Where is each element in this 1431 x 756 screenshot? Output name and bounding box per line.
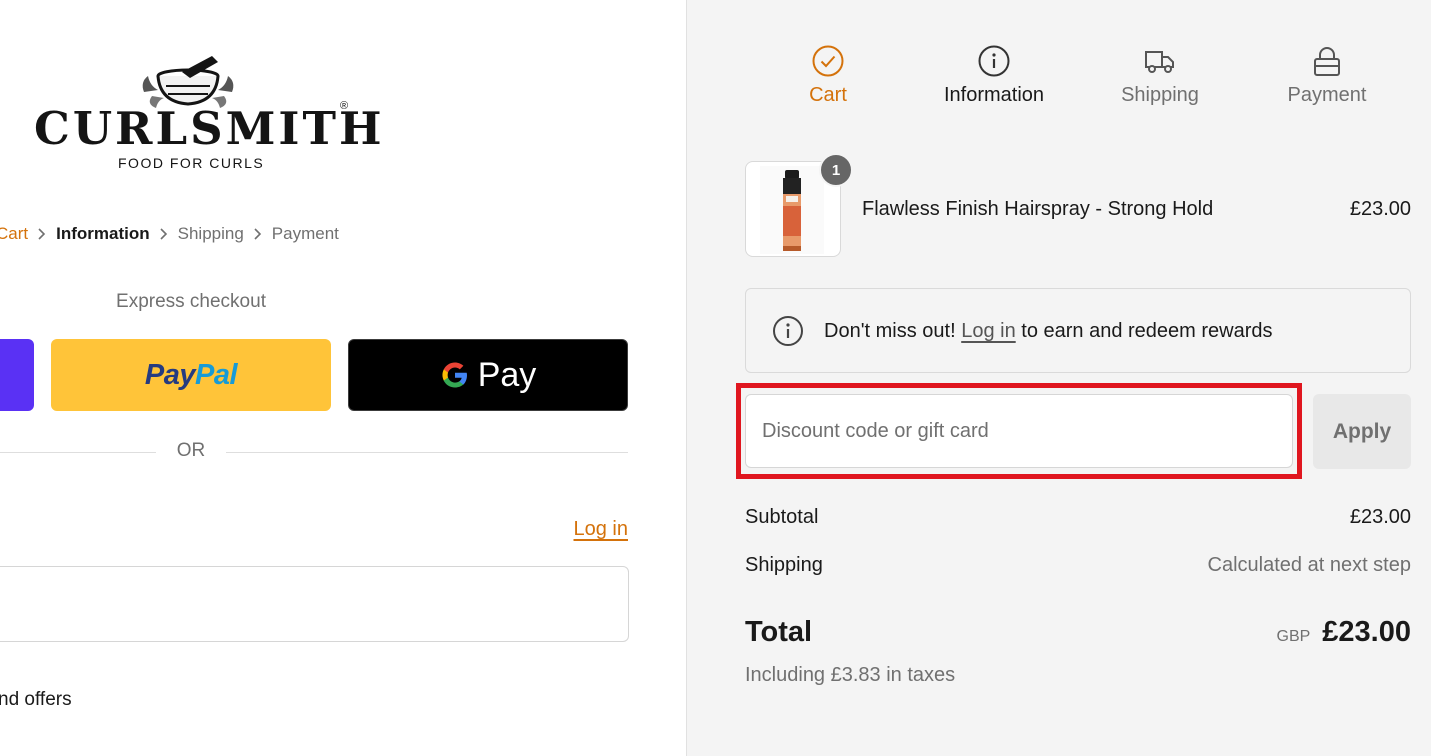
paypal-button[interactable]: PayPal (51, 339, 331, 411)
apply-discount-button[interactable]: Apply (1313, 394, 1411, 469)
step-information: Information (919, 44, 1069, 107)
subtotal-value: £23.00 (1349, 506, 1411, 528)
subtotal-row: Subtotal £23.00 (745, 506, 1411, 532)
info-circle-icon (773, 316, 803, 346)
breadcrumb: Cart Information Shipping Payment (0, 222, 339, 246)
divider-line (0, 452, 156, 453)
rewards-prefix: Don't miss out! (824, 320, 956, 342)
taxes-note: Including £3.83 in taxes (745, 664, 956, 686)
paypal-logo: PayPal (144, 358, 238, 391)
lock-icon (1314, 47, 1340, 76)
chevron-right-icon (244, 228, 272, 240)
currency-code: GBP (1276, 628, 1311, 645)
step-cart[interactable]: Cart (753, 44, 903, 107)
step-shipping-label: Shipping (1121, 84, 1199, 106)
quantity-badge: 1 (819, 153, 853, 187)
login-link[interactable]: Log in (574, 518, 629, 541)
shipping-label: Shipping (745, 554, 823, 576)
logo-tagline: FOOD FOR CURLS (118, 155, 265, 171)
logo-wordmark: CURLSMITH (34, 102, 385, 155)
step-payment: Payment (1252, 44, 1402, 107)
breadcrumb-shipping: Shipping (177, 224, 244, 243)
or-text: OR (176, 440, 206, 461)
rewards-login-link[interactable]: Log in (961, 320, 1016, 342)
curlsmith-logo[interactable]: CURLSMITH ® FOOD FOR CURLS (28, 52, 381, 177)
discount-code-input[interactable] (745, 394, 1293, 468)
checkout-page: CURLSMITH ® FOOD FOR CURLS Cart Informat… (0, 0, 1431, 756)
shop-pay-button[interactable] (0, 339, 34, 411)
checkout-main-column: CURLSMITH ® FOOD FOR CURLS Cart Informat… (0, 0, 686, 756)
total-row: Total GBP £23.00 (745, 616, 1411, 656)
step-cart-label: Cart (809, 84, 847, 106)
subtotal-label: Subtotal (745, 506, 819, 528)
shipping-row: Shipping Calculated at next step (745, 554, 1411, 580)
chevron-right-icon (28, 228, 56, 240)
rewards-banner: Don't miss out! Log in to earn and redee… (745, 288, 1411, 373)
info-circle-icon (978, 45, 1010, 77)
google-g-icon (442, 362, 467, 388)
rewards-suffix: to earn and redeem rewards (1021, 320, 1273, 342)
check-circle-icon (812, 45, 844, 77)
email-field[interactable] (0, 566, 629, 642)
total-label: Total (745, 616, 813, 648)
google-pay-button[interactable]: Pay (348, 339, 628, 411)
breadcrumb-cart[interactable]: Cart (0, 224, 28, 244)
or-divider: OR (0, 440, 628, 466)
checkout-steps: Cart Information Shipping Payment (687, 44, 1431, 114)
shipping-value: Calculated at next step (1207, 554, 1411, 576)
breadcrumb-information: Information (56, 224, 150, 243)
step-shipping: Shipping (1085, 44, 1235, 107)
step-information-label: Information (943, 84, 1045, 106)
email-offers-label: nd offers (0, 689, 72, 710)
divider-line (226, 452, 628, 453)
order-summary-column: Cart Information Shipping Payment 1 Flaw… (686, 0, 1431, 756)
step-payment-label: Payment (1287, 84, 1367, 106)
cart-line-item: 1 Flawless Finish Hairspray - Strong Hol… (745, 153, 1411, 258)
hairspray-can-image (760, 166, 824, 254)
total-value: £23.00 (1322, 616, 1411, 648)
truck-icon (1145, 51, 1174, 73)
product-price: £23.00 (1349, 198, 1411, 220)
rewards-message: Don't miss out! Log in to earn and redee… (824, 320, 1273, 343)
google-pay-label: Pay (477, 355, 537, 394)
product-name: Flawless Finish Hairspray - Strong Hold (862, 198, 1214, 220)
chevron-right-icon (150, 228, 178, 240)
product-thumbnail: 1 (745, 153, 853, 257)
express-checkout-title: Express checkout (116, 291, 266, 312)
registered-mark: ® (340, 100, 349, 112)
breadcrumb-payment: Payment (271, 224, 339, 243)
